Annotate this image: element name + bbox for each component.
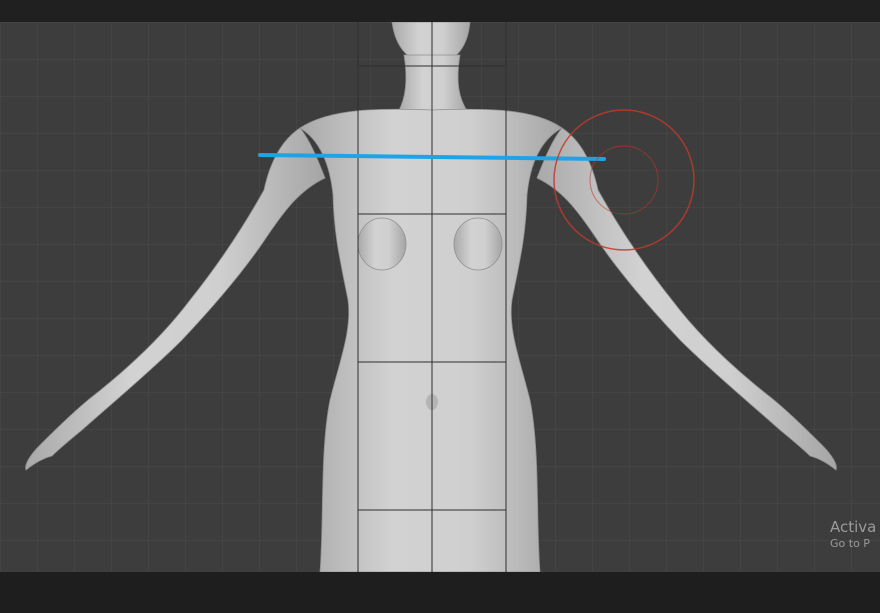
breast-left: [357, 217, 407, 271]
watermark-line-2: Go to P: [830, 537, 870, 550]
activation-watermark: Activa Go to P: [830, 518, 876, 552]
watermark-line-1: Activa: [830, 518, 877, 536]
top-toolbar: [0, 0, 880, 22]
bottom-bar: [0, 572, 880, 613]
3d-viewport[interactable]: [0, 22, 880, 572]
viewport-canvas[interactable]: [0, 22, 880, 572]
breast-right: [453, 217, 503, 271]
neck: [397, 54, 469, 113]
